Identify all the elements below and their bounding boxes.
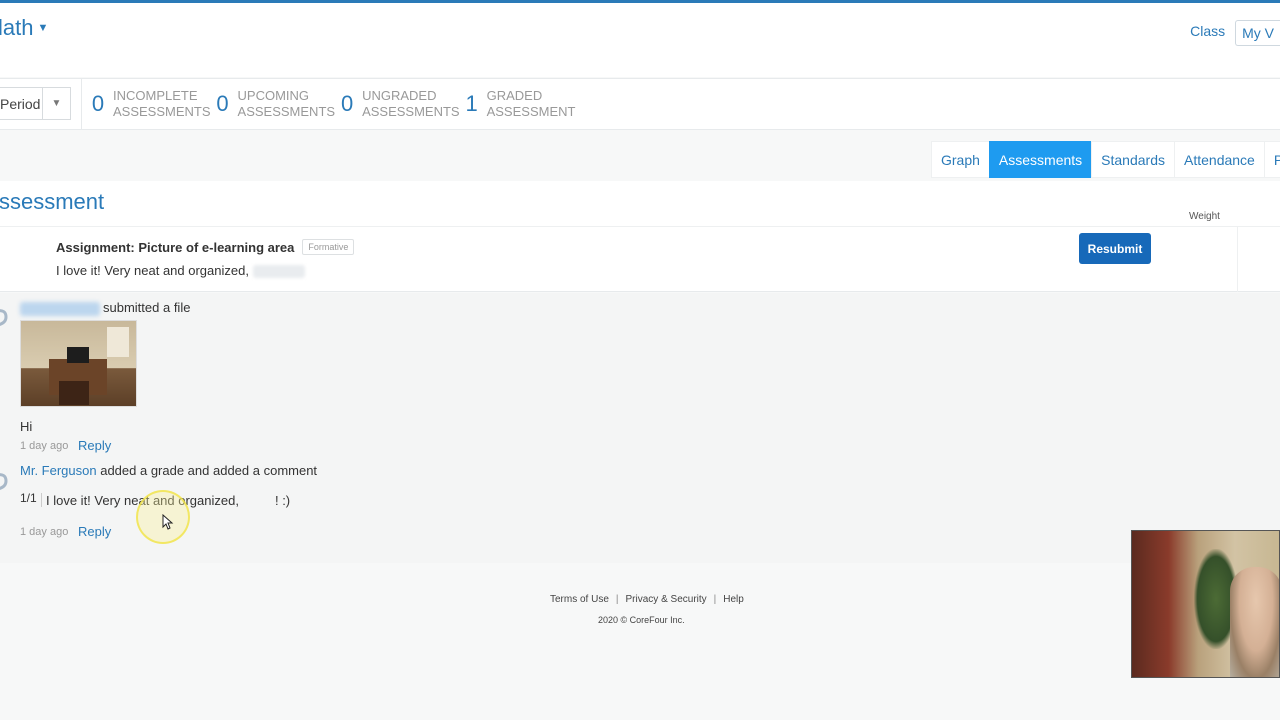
- chevron-down-icon: ▼: [37, 22, 49, 34]
- course-title: lath: [0, 15, 34, 40]
- grade-entry-header: Mr. Ferguson added a grade and added a c…: [20, 463, 318, 478]
- reply-link[interactable]: Reply: [78, 438, 111, 453]
- stat-count: 1: [465, 91, 478, 116]
- stat-label: GRADED ASSESSMENT: [486, 88, 576, 119]
- nav-class[interactable]: Class: [1180, 21, 1235, 45]
- submission-header: submitted a file: [20, 300, 190, 316]
- activity-icon: [0, 309, 8, 326]
- stat-count: 0: [91, 91, 105, 116]
- stats-list: 0 INCOMPLETE ASSESSMENTS 0 UPCOMING ASSESS…: [91, 88, 580, 120]
- webcam-presenter: [1230, 567, 1279, 677]
- stat-graded[interactable]: 1 GRADED ASSESSMENT: [465, 88, 576, 120]
- tab-standards[interactable]: Standards: [1091, 141, 1174, 178]
- stat-count: 0: [216, 91, 229, 116]
- page-title: ssessment: [0, 189, 105, 214]
- divider: [0, 226, 1280, 227]
- photo-monitor: [67, 347, 89, 363]
- submission-message: Hi: [20, 419, 33, 434]
- teacher-name-link[interactable]: Mr. Ferguson: [20, 463, 97, 478]
- grade-value: 1/1: [20, 491, 37, 505]
- divider: [41, 493, 42, 507]
- assignment-comment: I love it! Very neat and organized,: [56, 263, 305, 279]
- view-tabbar: Graph Assessments Standards Attendance P…: [0, 131, 1280, 181]
- submitted-image-thumbnail[interactable]: [20, 320, 137, 407]
- weight-column-header: Weight: [1189, 211, 1220, 222]
- footer-separator: |: [615, 594, 619, 605]
- tab-pr[interactable]: Pr: [1263, 141, 1280, 178]
- header-nav: Class My V: [1180, 20, 1280, 46]
- reply-link[interactable]: Reply: [78, 524, 111, 539]
- stat-label: UNGRADED ASSESSMENTS: [362, 88, 460, 119]
- course-selector[interactable]: lath ▼: [0, 15, 48, 41]
- submission-timestamp: 1 day ago: [20, 440, 69, 452]
- help-link[interactable]: Help: [723, 594, 744, 605]
- stat-upcoming[interactable]: 0 UPCOMING ASSESSMENTS: [216, 88, 336, 120]
- tab-graph[interactable]: Graph: [931, 141, 989, 178]
- view-tabs: Graph Assessments Standards Attendance P…: [931, 141, 1280, 178]
- resubmit-button[interactable]: Resubmit: [1079, 233, 1151, 264]
- redacted-name: [238, 495, 275, 508]
- formative-badge: Formative: [302, 239, 355, 255]
- stat-label: INCOMPLETE ASSESSMENTS: [113, 88, 211, 119]
- stat-count: 0: [340, 91, 354, 116]
- stat-ungraded[interactable]: 0 UNGRADED ASSESSMENTS: [340, 88, 460, 120]
- activity-icon: [0, 473, 8, 490]
- period-select-label: Period: [0, 95, 41, 112]
- grade-timestamp: 1 day ago: [20, 526, 69, 538]
- redacted-name: [252, 265, 305, 279]
- dropdown-arrow-icon: ▼: [42, 88, 70, 119]
- privacy-link[interactable]: Privacy & Security: [626, 594, 707, 605]
- terms-link[interactable]: Terms of Use: [550, 594, 609, 605]
- photo-window: [107, 327, 129, 357]
- photo-chair: [59, 381, 89, 405]
- activity-feed: submitted a file Hi 1 day ago Reply Mr. …: [0, 293, 1280, 563]
- footer-separator: |: [713, 594, 717, 605]
- webcam-overlay: [1131, 530, 1280, 678]
- assignment-title-row: Assignment: Picture of e-learning area F…: [56, 239, 355, 255]
- mouse-cursor-icon: [162, 514, 174, 530]
- divider: [81, 79, 82, 129]
- app-header: lath ▼ Class My V: [0, 3, 1280, 77]
- assignment-title[interactable]: Assignment: Picture of e-learning area: [56, 240, 294, 255]
- nav-my-view[interactable]: My V: [1235, 20, 1280, 46]
- redacted-student-name: [20, 301, 100, 316]
- footer-links: Terms of Use | Privacy & Security | Help: [550, 594, 744, 605]
- stat-label: UPCOMING ASSESSMENTS: [237, 88, 336, 119]
- assessment-card: ssessment Weight Assignment: Picture of …: [0, 181, 1280, 292]
- copyright: 2020 © CoreFour Inc.: [598, 615, 685, 625]
- tab-assessments[interactable]: Assessments: [988, 141, 1092, 178]
- assessment-summary: Period ▼ 0 INCOMPLETE ASSESSMENTS 0 UPCOM…: [0, 78, 1280, 130]
- tab-attendance[interactable]: Attendance: [1174, 141, 1264, 178]
- divider: [1237, 227, 1238, 292]
- period-select[interactable]: Period ▼: [0, 87, 71, 120]
- stat-incomplete[interactable]: 0 INCOMPLETE ASSESSMENTS: [91, 88, 211, 120]
